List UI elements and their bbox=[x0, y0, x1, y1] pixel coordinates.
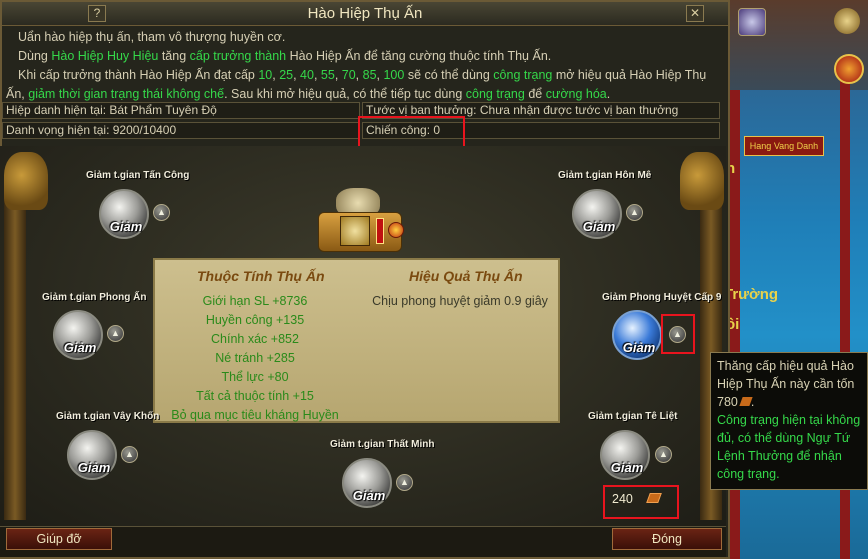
highlight-text: giảm thời gian trạng thái không chế bbox=[28, 87, 225, 101]
highlight-text: cường hóa bbox=[545, 87, 607, 101]
orb-label: Giảm bbox=[582, 219, 616, 234]
scene-banner: Hang Vang Danh bbox=[744, 136, 824, 156]
tooltip-line: Công trạng hiện tại không bbox=[717, 413, 861, 427]
tooltip-line: Thăng cấp hiệu quả Hào bbox=[717, 359, 854, 373]
reputation-field: Danh vọng hiện tại: 9200/10400 bbox=[2, 122, 360, 139]
skill-orb-tan-cong[interactable]: Giảm bbox=[99, 189, 149, 239]
attributes-heading: Thuộc Tính Thụ Ấn bbox=[197, 268, 325, 284]
close-button[interactable]: Đóng bbox=[612, 528, 722, 550]
level-value: 100 bbox=[383, 68, 405, 82]
close-icon[interactable]: ✕ bbox=[686, 5, 704, 22]
upgrade-arrow-icon[interactable]: ▲ bbox=[626, 204, 643, 221]
tooltip-line: đủ, có thể dùng Ngự Tứ bbox=[717, 431, 851, 445]
orb-label: Giảm bbox=[109, 219, 143, 234]
intro-text: Uẩn hào hiệp thụ ấn, tham vô thượng huyề… bbox=[6, 28, 726, 101]
upgrade-arrow-icon[interactable]: ▲ bbox=[655, 446, 672, 463]
orb-label: Giảm bbox=[622, 340, 656, 355]
stat-item: Giới hạn SL +8736 bbox=[202, 294, 308, 308]
orb-label: Giảm bbox=[352, 488, 386, 503]
tooltip-cost: 780 bbox=[717, 395, 738, 409]
seal-upgrade-icon[interactable] bbox=[388, 222, 404, 238]
level-value: 10 bbox=[258, 68, 273, 82]
highlight-text: công trạng bbox=[493, 68, 553, 82]
effect-item: Chịu phong huyệt giảm 0.9 giây bbox=[372, 294, 548, 308]
tooltip-line: Lệnh Thưởng để nhận bbox=[717, 449, 842, 463]
intro-text: sẽ có thể dùng bbox=[404, 68, 494, 82]
tooltip-line: công trạng. bbox=[717, 467, 780, 481]
level-value: 85 bbox=[362, 68, 377, 82]
orb-label: Giảm bbox=[63, 340, 97, 355]
stat-item: Huyền công +135 bbox=[205, 313, 305, 327]
tooltip-line: Hiệp Thụ Ấn này cần tốn bbox=[717, 377, 855, 391]
seal-bar bbox=[376, 218, 384, 244]
minimap-icon[interactable] bbox=[834, 8, 860, 34]
skill-label-hon-me: Giảm t.gian Hôn Mê bbox=[558, 170, 652, 181]
stat-item: Tất cả thuộc tính +15 bbox=[196, 389, 314, 403]
upgrade-tooltip: Thăng cấp hiệu quả Hào Hiệp Thụ Ấn này c… bbox=[710, 352, 868, 490]
level-value: 25 bbox=[279, 68, 294, 82]
skill-orb-vay-khon[interactable]: Giảm bbox=[67, 430, 117, 480]
tooltip-line: 780. bbox=[717, 395, 755, 409]
window-title: Hào Hiệp Thụ Ấn bbox=[307, 5, 423, 22]
skill-label-phong-an: Giảm t.gian Phong Ấn bbox=[42, 292, 147, 303]
right-dragon-ornament bbox=[680, 152, 724, 210]
event-icon[interactable] bbox=[834, 54, 864, 84]
highlight-text: công trạng bbox=[465, 87, 525, 101]
orb-label: Giảm bbox=[77, 460, 111, 475]
intro-text: Khi cấp trưởng thành Hào Hiệp Ấn đạt cấp bbox=[18, 68, 259, 82]
upgrade-arrow-icon[interactable]: ▲ bbox=[396, 474, 413, 491]
merit-icon bbox=[739, 397, 753, 406]
stat-item: Né tránh +285 bbox=[215, 351, 295, 365]
screen: { "window": { "title": "Hào Hiệp Thụ Ấn"… bbox=[0, 0, 868, 559]
current-title-field: Hiệp danh hiện tại: Bát Phẩm Tuyên Độ bbox=[2, 102, 360, 119]
intro-text: Ấn, bbox=[6, 87, 29, 101]
item-link: Hào Hiệp Huy Hiệu bbox=[51, 49, 159, 63]
intro-text: tăng bbox=[158, 49, 190, 63]
highlight-text: cấp trưởng thành bbox=[189, 49, 287, 63]
skill-label-tan-cong: Giảm t.gian Tấn Công bbox=[86, 170, 190, 181]
seal-portrait bbox=[340, 216, 370, 246]
intro-text: Hào Hiệp Ấn để tăng cường thuộc tính Thụ… bbox=[286, 49, 552, 63]
skill-orb-that-minh[interactable]: Giảm bbox=[342, 458, 392, 508]
intro-line: Khi cấp trưởng thành Hào Hiệp Ấn đạt cấp… bbox=[18, 68, 707, 82]
intro-text: để bbox=[524, 87, 546, 101]
upgrade-arrow-icon[interactable]: ▲ bbox=[107, 325, 124, 342]
skill-label-phong-huyet: Giảm Phong Huyệt Cấp 9 bbox=[602, 292, 722, 303]
skill-label-vay-khon: Giảm t.gian Vây Khốn bbox=[56, 411, 160, 422]
skill-orb-phong-an[interactable]: Giảm bbox=[53, 310, 103, 360]
intro-text: mở hiệu quả Hào Hiệp Thụ bbox=[552, 68, 707, 82]
seal-emblem bbox=[318, 188, 404, 256]
stat-item: Thể lực +80 bbox=[221, 370, 289, 384]
skull-avatar-icon[interactable] bbox=[738, 8, 766, 36]
intro-line: Uẩn hào hiệp thụ ấn, tham vô thượng huyề… bbox=[18, 30, 286, 44]
left-pillar bbox=[4, 190, 26, 520]
cost-highlight-box bbox=[603, 485, 679, 519]
effects-heading: Hiệu Quả Thụ Ấn bbox=[409, 268, 523, 284]
intro-text: . Sau khi mở hiệu quả, có thể tiếp tục d… bbox=[224, 87, 466, 101]
skill-label-te-liet: Giảm t.gian Tê Liệt bbox=[588, 411, 678, 422]
title-bar: ? Hào Hiệp Thụ Ấn ✕ bbox=[2, 2, 728, 26]
help-button[interactable]: Giúp đỡ bbox=[6, 528, 112, 550]
skill-label-that-minh: Giảm t.gian Thất Minh bbox=[330, 439, 435, 450]
skill-orb-phong-huyet[interactable]: Giảm bbox=[612, 310, 662, 360]
level-value: 55 bbox=[320, 68, 335, 82]
level-value: 70 bbox=[341, 68, 356, 82]
intro-line: Dùng Hào Hiệp Huy Hiệu tăng cấp trưởng t… bbox=[18, 47, 726, 66]
upgrade-arrow-icon[interactable]: ▲ bbox=[121, 446, 138, 463]
intro-text: Dùng bbox=[18, 49, 52, 63]
skill-orb-hon-me[interactable]: Giảm bbox=[572, 189, 622, 239]
stat-item: Chính xác +852 bbox=[211, 332, 299, 346]
upgrade-highlight-box bbox=[661, 314, 695, 354]
seal-info-panel: Thuộc Tính Thụ Ấn Hiệu Quả Thụ Ấn Giới h… bbox=[153, 258, 560, 423]
intro-text: . bbox=[606, 87, 611, 101]
upgrade-arrow-icon[interactable]: ▲ bbox=[153, 204, 170, 221]
stat-item: Bỏ qua mục tiêu kháng Huyền bbox=[171, 408, 339, 422]
left-dragon-ornament bbox=[4, 152, 48, 210]
level-value: 40 bbox=[300, 68, 314, 82]
skill-orb-te-liet[interactable]: Giảm bbox=[600, 430, 650, 480]
scene-text: Trường bbox=[724, 286, 779, 303]
orb-label: Giảm bbox=[610, 460, 644, 475]
